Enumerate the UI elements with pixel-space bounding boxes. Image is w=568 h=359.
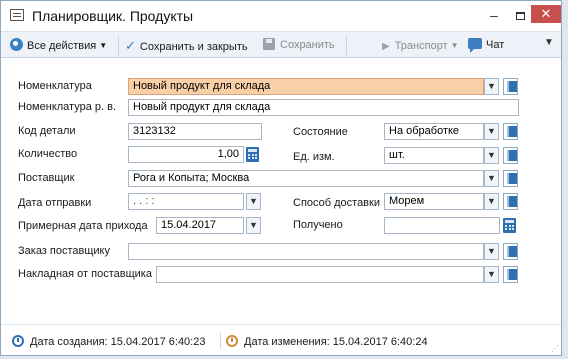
maximize-button[interactable] — [507, 5, 533, 25]
actions-icon — [10, 38, 23, 51]
arrival-date-dropdown[interactable]: ▼ — [246, 217, 261, 234]
save-label: Сохранить — [280, 39, 335, 51]
maximize-icon — [515, 12, 525, 20]
title-bar: Планировщик. Продукты – ✕ — [1, 1, 561, 31]
state-dropdown[interactable]: ▼ — [484, 123, 499, 140]
form-icon — [10, 9, 24, 21]
transport-button[interactable]: ▶ Транспорт ▼ — [382, 37, 459, 54]
received-field[interactable] — [384, 217, 500, 234]
chat-icon — [468, 38, 482, 53]
chat-label: Чат — [486, 39, 505, 51]
supplier-field[interactable]: Рога и Копыта; Москва — [128, 170, 484, 187]
ship-date-label: Дата отправки — [18, 197, 92, 209]
dropdown-caret-icon: ▼ — [450, 41, 459, 50]
minimize-button[interactable]: – — [481, 5, 507, 25]
part-code-field[interactable]: 3123132 — [128, 123, 262, 140]
supplier-invoice-label: Накладная от поставщика — [18, 268, 152, 280]
clock-icon — [12, 335, 24, 347]
state-label: Состояние — [293, 126, 348, 138]
calculator-icon[interactable] — [503, 218, 516, 233]
product-form: Номенклатура Новый продукт для склада ▼ … — [1, 59, 561, 324]
toolbar-separator — [346, 36, 347, 55]
nomenclature-rv-field[interactable]: Новый продукт для склада — [128, 99, 519, 116]
nomenclature-field[interactable]: Новый продукт для склада — [128, 78, 484, 95]
quantity-field[interactable]: 1,00 — [128, 146, 244, 163]
resize-grip-icon[interactable]: ⋰ — [551, 344, 559, 353]
modified-date-status: Дата изменения: 15.04.2017 6:40:24 — [226, 335, 428, 348]
supplier-order-label: Заказ поставщику — [18, 245, 110, 257]
nomenclature-reference-icon[interactable] — [503, 78, 518, 95]
dropdown-caret-icon: ▼ — [99, 41, 108, 50]
toolbar: Все действия ▼ ✓ Сохранить и закрыть Сохра… — [1, 31, 561, 58]
unit-dropdown[interactable]: ▼ — [484, 147, 499, 164]
part-code-label: Код детали — [18, 125, 76, 137]
supplier-reference-icon[interactable] — [503, 170, 518, 187]
received-label: Получено — [293, 219, 343, 231]
supplier-order-reference-icon[interactable] — [503, 243, 518, 260]
planner-window: Планировщик. Продукты – ✕ Все действия ▼ … — [0, 0, 562, 356]
status-bar: Дата создания: 15.04.2017 6:40:23 Дата и… — [1, 324, 561, 355]
unit-reference-icon[interactable] — [503, 147, 518, 164]
save-icon — [263, 38, 275, 50]
created-date-status: Дата создания: 15.04.2017 6:40:23 — [12, 335, 205, 348]
supplier-invoice-field[interactable] — [156, 266, 484, 283]
transport-icon: ▶ — [382, 41, 390, 52]
supplier-invoice-reference-icon[interactable] — [503, 266, 518, 283]
quantity-label: Количество — [18, 148, 78, 160]
delivery-method-reference-icon[interactable] — [503, 193, 518, 210]
all-actions-label: Все действия — [27, 40, 97, 52]
state-field[interactable]: На обработке — [384, 123, 484, 140]
supplier-order-field[interactable] — [128, 243, 484, 260]
supplier-label: Поставщик — [18, 172, 75, 184]
supplier-dropdown[interactable]: ▼ — [484, 170, 499, 187]
nomenclature-dropdown[interactable]: ▼ — [484, 78, 499, 95]
arrival-date-field[interactable]: 15.04.2017 — [156, 217, 244, 234]
calculator-icon[interactable] — [246, 147, 259, 162]
unit-label: Ед. изм. — [293, 151, 335, 163]
ship-date-dropdown[interactable]: ▼ — [246, 193, 261, 210]
chevron-down-icon[interactable]: ▼ — [544, 37, 554, 48]
check-icon: ✓ — [125, 38, 136, 53]
clock-edit-icon — [226, 335, 238, 347]
toolbar-separator — [118, 36, 119, 55]
arrival-date-label: Примерная дата прихода — [18, 220, 148, 232]
window-title: Планировщик. Продукты — [32, 8, 194, 24]
delivery-method-label: Способ доставки — [293, 197, 380, 209]
created-date-text: Дата создания: 15.04.2017 6:40:23 — [30, 336, 206, 348]
supplier-invoice-dropdown[interactable]: ▼ — [484, 266, 499, 283]
save-and-close-label: Сохранить и закрыть — [139, 41, 248, 53]
state-reference-icon[interactable] — [503, 123, 518, 140]
chat-button[interactable]: Чат — [468, 37, 504, 54]
all-actions-button[interactable]: Все действия ▼ — [10, 37, 107, 54]
nomenclature-label: Номенклатура — [18, 80, 92, 92]
delivery-method-dropdown[interactable]: ▼ — [484, 193, 499, 210]
save-button[interactable]: Сохранить — [263, 37, 335, 54]
delivery-method-field[interactable]: Морем — [384, 193, 484, 210]
status-separator — [220, 333, 221, 349]
save-and-close-button[interactable]: ✓ Сохранить и закрыть — [125, 37, 248, 54]
close-button[interactable]: ✕ — [531, 5, 561, 23]
modified-date-text: Дата изменения: 15.04.2017 6:40:24 — [244, 336, 428, 348]
nomenclature-rv-label: Номенклатура р. в. — [18, 101, 117, 113]
transport-label: Транспорт — [394, 40, 448, 52]
ship-date-field[interactable]: . . : : — [128, 193, 244, 210]
supplier-order-dropdown[interactable]: ▼ — [484, 243, 499, 260]
unit-field[interactable]: шт. — [384, 147, 484, 164]
